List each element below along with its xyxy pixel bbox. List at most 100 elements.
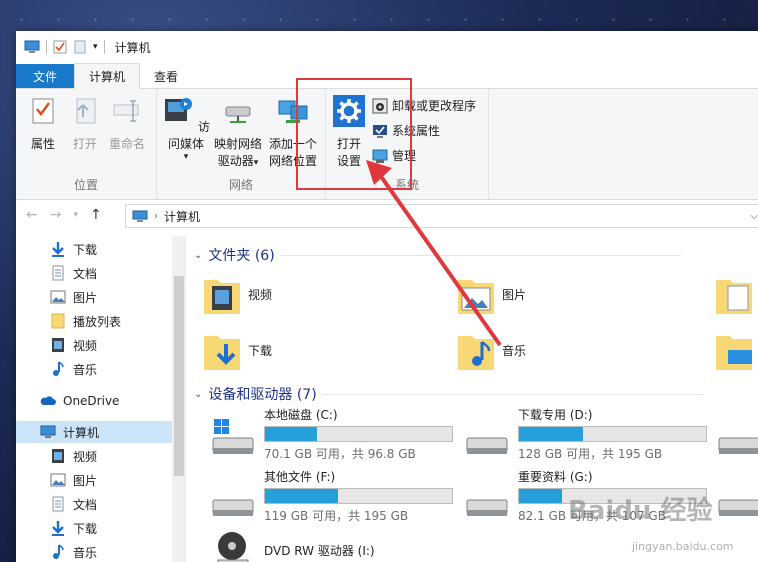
drive-name: 重要资料 (G:) xyxy=(518,470,593,484)
file-explorer-window: ▾ 计算机 文件 计算机 查看 属性 打开 重命名 位置 访问媒体 ▾ 映射网络… xyxy=(16,31,758,562)
system-properties-label: 系统属性 xyxy=(392,124,441,138)
watermark-url: jingyan.baidu.com xyxy=(632,540,734,553)
open-button[interactable]: 打开 xyxy=(68,95,102,153)
nav-item-computer[interactable]: 计算机 xyxy=(16,421,196,443)
nav-item-label: 下载 xyxy=(73,521,98,536)
drive-usage-fill xyxy=(265,427,318,441)
folder-videos[interactable]: 视频 xyxy=(202,272,272,316)
nav-item-label: 图片 xyxy=(73,290,98,305)
add-location-label-2: 网络位置 xyxy=(268,154,317,168)
tab-view[interactable]: 查看 xyxy=(140,64,192,88)
map-network-drive-button[interactable]: 映射网络 驱动器▾ xyxy=(213,95,263,172)
manage-button[interactable]: 管理 xyxy=(372,147,416,164)
hard-drive-icon xyxy=(466,499,508,516)
ribbon: 属性 打开 重命名 位置 访问媒体 ▾ 映射网络 驱动器▾ 添加一个 网络位置 … xyxy=(16,89,758,200)
music-note-icon xyxy=(53,544,64,559)
picture-icon xyxy=(50,473,66,487)
tab-computer[interactable]: 计算机 xyxy=(74,63,141,89)
folder-pictures[interactable]: 图片 xyxy=(456,272,526,316)
system-group: 打开 设置 卸载或更改程序 系统属性 管理 系统 xyxy=(326,89,489,199)
drive-free-space: 70.1 GB 可用，共 96.8 GB xyxy=(264,447,416,461)
tab-file[interactable]: 文件 xyxy=(16,64,74,88)
video-folder-icon xyxy=(204,280,240,314)
drive-usage-bar xyxy=(518,426,707,442)
breadcrumb-computer[interactable]: 计算机 xyxy=(164,208,200,225)
computer-icon[interactable] xyxy=(24,40,40,54)
collapse-chevron-icon[interactable]: ⌄ xyxy=(194,250,202,261)
uninstall-program-button[interactable]: 卸载或更改程序 xyxy=(372,97,476,114)
rename-label: 重命名 xyxy=(108,137,145,151)
address-dropdown-icon[interactable]: ⌵ xyxy=(750,211,758,222)
rename-icon xyxy=(113,100,139,122)
open-label: 打开 xyxy=(72,137,97,151)
folder-documents[interactable] xyxy=(714,272,754,316)
nav-item-label: 视频 xyxy=(73,449,98,464)
back-arrow-icon[interactable]: ← xyxy=(26,207,38,223)
recent-dropdown-icon[interactable]: ▾ xyxy=(73,210,78,220)
desktop-folder-icon xyxy=(716,336,752,370)
drive-usage-bar xyxy=(264,426,453,442)
breadcrumb-separator-icon: › xyxy=(154,210,158,222)
add-network-location-button[interactable]: 添加一个 网络位置 xyxy=(265,95,321,170)
title-bar: ▾ 计算机 xyxy=(16,31,758,63)
video-icon xyxy=(52,338,64,352)
hard-drive-icon xyxy=(718,437,758,454)
drive-f[interactable]: 其他文件 (F:) 119 GB 可用，共 195 GB xyxy=(210,468,453,524)
drive-c[interactable]: 本地磁盘 (C:) 70.1 GB 可用，共 96.8 GB xyxy=(210,406,453,462)
open-settings-label-1: 打开 xyxy=(336,137,361,151)
forward-arrow-icon[interactable]: → xyxy=(50,207,62,223)
open-icon xyxy=(76,98,96,124)
folder-label: 视频 xyxy=(248,287,273,302)
section-divider xyxy=(280,254,681,256)
drives-header-label: 设备和驱动器 (7) xyxy=(208,387,317,403)
computer-icon xyxy=(132,210,148,222)
download-arrow-icon xyxy=(52,242,64,257)
rename-button[interactable]: 重命名 xyxy=(106,95,148,153)
open-settings-label-2: 设置 xyxy=(336,154,361,168)
access-media-dropdown-icon: ▾ xyxy=(183,152,189,162)
network-location-icon xyxy=(278,100,308,123)
nav-item-label: 播放列表 xyxy=(73,314,122,329)
nav-item-label: 计算机 xyxy=(63,425,100,440)
folder-label: 下载 xyxy=(248,343,273,358)
nav-item-label: 音乐 xyxy=(73,362,98,377)
folder-desktop[interactable] xyxy=(714,328,754,372)
address-bar[interactable]: › 计算机 ⌵ xyxy=(125,204,758,228)
drive-usage-fill xyxy=(265,489,338,503)
drive-info: 其他文件 (F:) 119 GB 可用，共 195 GB xyxy=(264,468,453,524)
access-media-button[interactable]: 访问媒体 ▾ xyxy=(161,95,211,162)
folder-downloads[interactable]: 下载 xyxy=(202,328,272,372)
map-drive-label-1: 映射网络 xyxy=(213,137,262,151)
open-settings-button[interactable]: 打开 设置 xyxy=(332,95,366,170)
nav-item-onedrive[interactable]: OneDrive xyxy=(16,390,196,412)
new-folder-icon[interactable] xyxy=(73,40,87,54)
picture-folder-icon xyxy=(458,280,494,314)
properties-button[interactable]: 属性 xyxy=(26,95,60,153)
quick-access-dropdown-icon[interactable]: ▾ xyxy=(93,42,98,52)
add-location-label-1: 添加一个 xyxy=(268,137,317,151)
nav-item-label: OneDrive xyxy=(63,394,120,408)
network-drive-icon xyxy=(225,106,251,123)
network-group-label: 网络 xyxy=(228,178,253,192)
folder-music[interactable]: 音乐 xyxy=(456,328,526,372)
map-drive-dropdown-icon: ▾ xyxy=(253,158,259,168)
drive-partial[interactable] xyxy=(716,406,758,462)
windows-drive-icon xyxy=(212,419,254,454)
drive-name: 下载专用 (D:) xyxy=(518,408,593,422)
drive-d[interactable]: 下载专用 (D:) 128 GB 可用，共 195 GB xyxy=(464,406,707,462)
picture-icon xyxy=(50,290,66,304)
collapse-chevron-icon[interactable]: ⌄ xyxy=(194,389,202,400)
download-arrow-icon xyxy=(52,521,64,536)
up-arrow-icon[interactable]: ↑ xyxy=(90,207,102,223)
drive-name: DVD RW 驱动器 (I:) xyxy=(264,544,375,558)
drive-i[interactable]: DVD RW 驱动器 (I:) xyxy=(210,530,375,562)
navigation-scrollbar-thumb[interactable] xyxy=(174,276,184,476)
drives-section-header[interactable]: ⌄ 设备和驱动器 (7) xyxy=(194,384,703,404)
drive-usage-bar xyxy=(264,488,453,504)
folders-section-header[interactable]: ⌄ 文件夹 (6) xyxy=(194,245,681,265)
system-properties-button[interactable]: 系统属性 xyxy=(372,122,440,139)
folders-header-label: 文件夹 (6) xyxy=(208,248,275,264)
nav-item-label: 图片 xyxy=(73,473,98,488)
drive-partial-2[interactable] xyxy=(716,468,758,524)
properties-check-icon[interactable] xyxy=(53,40,67,54)
